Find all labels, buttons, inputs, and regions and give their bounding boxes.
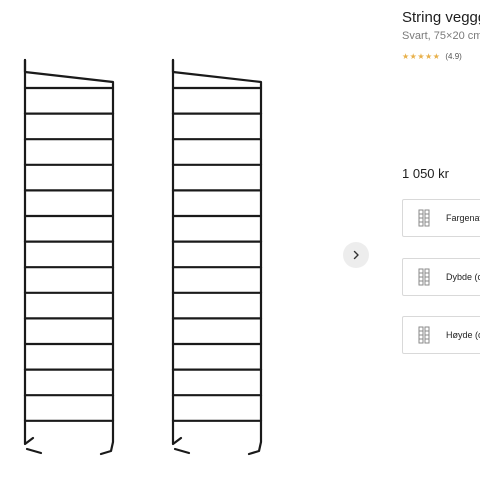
- option-color[interactable]: Fargenav: [402, 199, 480, 237]
- option-height[interactable]: Høyde (c: [402, 316, 480, 354]
- shelf-option-icon: [417, 268, 431, 286]
- shelf-option-icon: [417, 326, 431, 344]
- option-label: Fargenav: [446, 213, 480, 223]
- wall-panel-left: [23, 58, 115, 456]
- option-label: Høyde (c: [446, 330, 480, 340]
- rating[interactable]: ★★★★★ (4.9): [402, 52, 462, 61]
- product-info: String veggg Svart, 75×20 cm ★★★★★ (4.9)…: [402, 0, 480, 480]
- next-image-button[interactable]: [343, 242, 369, 268]
- product-title: String veggg: [402, 9, 480, 26]
- product-subtitle: Svart, 75×20 cm: [402, 30, 480, 42]
- chevron-right-icon: [353, 250, 359, 260]
- product-price: 1 050 kr: [402, 166, 449, 181]
- product-gallery: [0, 0, 380, 480]
- rating-value: (4.9): [445, 52, 462, 61]
- product-page: String veggg Svart, 75×20 cm ★★★★★ (4.9)…: [0, 0, 480, 480]
- shelf-option-icon: [417, 209, 431, 227]
- rating-stars: ★★★★★: [402, 52, 441, 61]
- option-label: Dybde (c: [446, 272, 480, 282]
- option-depth[interactable]: Dybde (c: [402, 258, 480, 296]
- product-image[interactable]: [15, 52, 275, 457]
- wall-panel-right: [171, 58, 263, 456]
